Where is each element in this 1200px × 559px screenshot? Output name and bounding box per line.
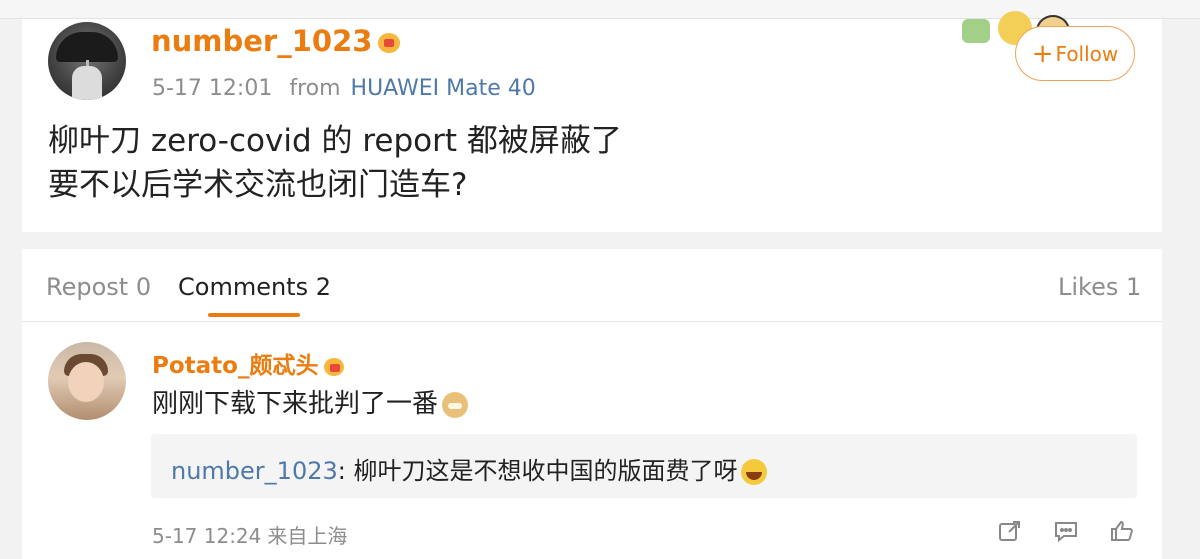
post-card: number_1023 5-17 12:01 from HUAWEI Mate 4… bbox=[22, 11, 1162, 232]
comments-card: Repost 0 Comments 2 Likes 1 Potato_颇忒头 刚… bbox=[22, 249, 1162, 559]
commenter-username[interactable]: Potato_颇忒头 bbox=[152, 346, 345, 380]
comment-text-content: 刚刚下载下来批判了一番 bbox=[152, 389, 439, 419]
active-tab-indicator bbox=[208, 313, 300, 317]
tab-likes[interactable]: Likes 1 bbox=[1058, 273, 1141, 301]
post-time: 5-17 12:01 bbox=[152, 76, 273, 101]
follow-label: Follow bbox=[1055, 41, 1119, 66]
tab-comments[interactable]: Comments 2 bbox=[178, 273, 331, 301]
plus-icon: + bbox=[1031, 38, 1054, 69]
reply-username[interactable]: number_1023 bbox=[171, 457, 338, 485]
reply-content: 柳叶刀这是不想收中国的版面费了呀 bbox=[345, 457, 738, 485]
thumbs-up-icon[interactable] bbox=[1110, 520, 1134, 542]
commenter-username-text[interactable]: Potato_颇忒头 bbox=[152, 353, 318, 379]
doge-emoji-icon bbox=[442, 391, 469, 418]
divider bbox=[22, 321, 1162, 322]
comment-meta: 5-17 12:24 来自上海 bbox=[152, 520, 353, 549]
share-icon[interactable] bbox=[998, 520, 1022, 542]
follow-button[interactable]: + Follow bbox=[1015, 26, 1135, 81]
crown-badge-icon bbox=[378, 33, 401, 53]
crown-badge-icon bbox=[324, 357, 345, 376]
reply-text: number_1023: 柳叶刀这是不想收中国的版面费了呀 bbox=[171, 451, 768, 486]
comment-location: 来自上海 bbox=[267, 524, 348, 548]
tab-repost[interactable]: Repost 0 bbox=[46, 273, 151, 301]
commenter-avatar[interactable] bbox=[48, 342, 126, 420]
post-from-label: from bbox=[289, 76, 341, 101]
post-device[interactable]: HUAWEI Mate 40 bbox=[351, 76, 536, 101]
comment-text: 刚刚下载下来批判了一番 bbox=[152, 383, 469, 420]
reply-separator: : bbox=[337, 457, 346, 485]
laughing-emoji-icon bbox=[741, 459, 768, 485]
comment-icon[interactable] bbox=[1054, 520, 1078, 543]
post-text: 柳叶刀 zero-covid 的 report 都被屏蔽了 要不以后学术交流也闭… bbox=[48, 123, 622, 203]
author-avatar[interactable] bbox=[48, 22, 126, 100]
post-username[interactable]: number_1023 bbox=[151, 24, 401, 58]
post-meta: 5-17 12:01 from HUAWEI Mate 40 bbox=[152, 76, 546, 101]
reply-quote[interactable]: number_1023: 柳叶刀这是不想收中国的版面费了呀 bbox=[151, 434, 1137, 498]
post-username-text[interactable]: number_1023 bbox=[151, 24, 372, 58]
comment-time: 5-17 12:24 bbox=[152, 524, 262, 548]
